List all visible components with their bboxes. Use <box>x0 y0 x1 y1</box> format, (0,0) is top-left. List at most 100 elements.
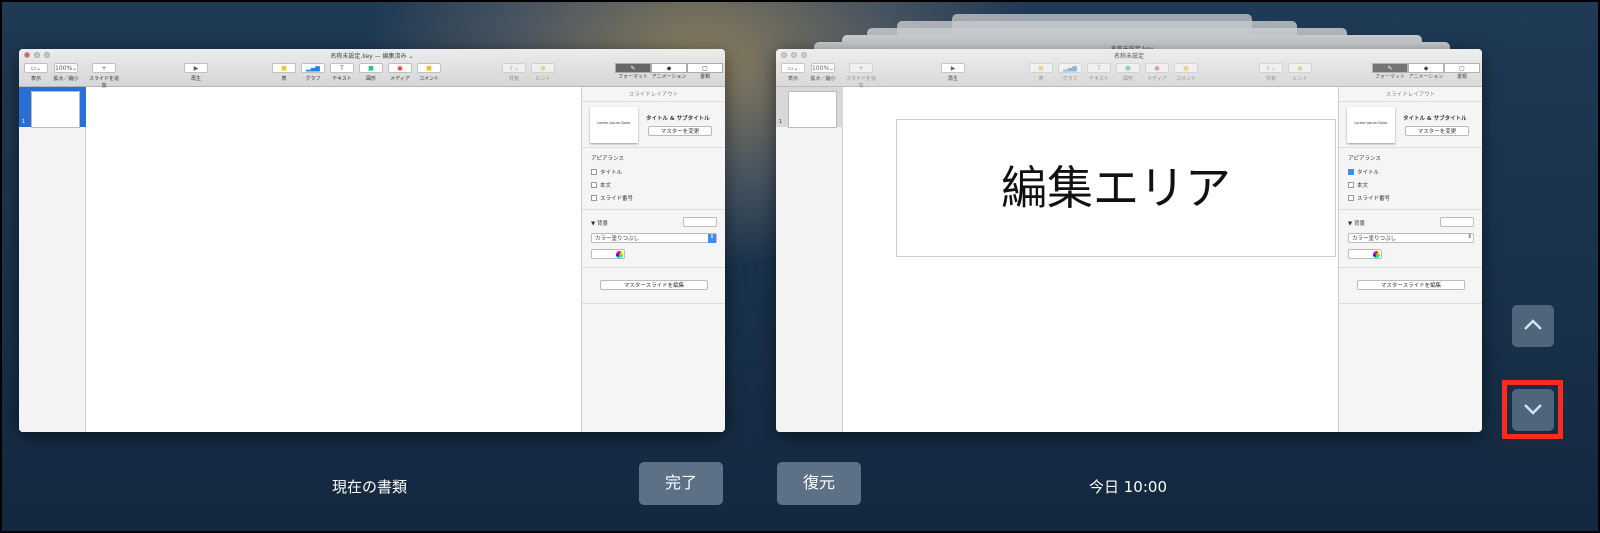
zoom-value: 100%⌄ <box>811 63 835 73</box>
media-icon: ● <box>1145 63 1169 73</box>
color-wheel-icon <box>616 251 623 258</box>
change-master-button: マスターを変更 <box>1405 126 1469 136</box>
comment-button[interactable]: ■ コメント <box>414 63 444 82</box>
zoom-value: 100%⌄ <box>54 63 78 73</box>
label: ヒント <box>1292 76 1308 82</box>
label: 図形 <box>365 76 376 82</box>
share-icon: ⇧⌄ <box>1259 63 1283 73</box>
fill-type-select: カラー塗りつぶし ⇕ <box>1348 233 1474 243</box>
restore-button[interactable]: 復元 <box>777 462 861 505</box>
text-button[interactable]: T テキスト <box>327 63 357 82</box>
label: フォーマット <box>1374 74 1405 80</box>
body-checkbox: 本文 <box>1348 181 1482 189</box>
text-button: T テキスト <box>1084 63 1114 82</box>
title-checkbox: タイトル <box>1348 168 1482 176</box>
edit-master-slide-button: マスタースライドを編集 <box>1357 280 1465 290</box>
label: 表 <box>281 76 287 82</box>
slide-navigator: 1 <box>19 87 86 432</box>
current-document-window[interactable]: 名称未設定.key — 編集済み ⌄ ▭⌄ 表示 100%⌄ 拡大／縮小 + スライド… <box>19 49 725 432</box>
layout-preview: Lorem Ipsum Dolor <box>1347 107 1395 143</box>
slide-number-checkbox[interactable]: スライド番号 <box>591 194 725 202</box>
label: テキスト <box>1089 76 1109 82</box>
zoom-button: 100%⌄ 拡大／縮小 <box>808 63 838 82</box>
share-button[interactable]: ⇧⌄ 共有 <box>499 63 529 82</box>
chart-icon: ▂▄▆ <box>301 63 325 73</box>
tips-button[interactable]: ● ヒント <box>528 63 558 82</box>
background-heading: ▼ 背景 <box>591 221 608 227</box>
chart-button[interactable]: ▂▄▆ グラフ <box>298 63 328 82</box>
format-tab[interactable]: ✎ フォーマット <box>615 63 651 80</box>
label: テキスト <box>332 76 352 82</box>
current-document-label: 現在の書類 <box>332 478 408 496</box>
background-color-well <box>1440 217 1474 227</box>
label: コメント <box>1175 76 1196 82</box>
label: 共有 <box>1265 76 1276 82</box>
tips-icon: ● <box>531 63 555 73</box>
label: カラー塗りつぶし <box>1352 236 1397 242</box>
document-tab[interactable]: ▢ 書類 <box>687 63 723 80</box>
add-slide-button[interactable]: + スライドを追加 <box>89 63 119 89</box>
toolbar: 名称未設定 ▭⌄ 表示 100%⌄ 拡大／縮小 + スライドを追加 ▶ 再生 ■ 表 ▂▄… <box>776 49 1482 89</box>
table-button[interactable]: ■ 表 <box>269 63 299 82</box>
background-heading: ▼ 背景 <box>1348 221 1365 227</box>
inspector: スライドレイアウト Lorem Ipsum Dolor タイトル & サブタイト… <box>1338 87 1482 432</box>
layout-preview[interactable]: Lorem Ipsum Dolor <box>590 107 638 143</box>
label: スライド番号 <box>600 196 634 202</box>
label: 表示 <box>30 76 41 82</box>
slide-thumbnail <box>788 91 837 128</box>
tips-button: ● ヒント <box>1285 63 1315 82</box>
label: メディア <box>390 76 410 82</box>
label: カラー塗りつぶし <box>595 236 640 242</box>
newer-version-button[interactable] <box>1512 305 1554 347</box>
chevron-down-icon <box>1524 404 1542 415</box>
table-icon: ■ <box>1029 63 1053 73</box>
shape-button[interactable]: ■ 図形 <box>356 63 386 82</box>
play-button[interactable]: ▶ 再生 <box>181 63 211 82</box>
sidebar-icon: ▭⌄ <box>781 63 805 73</box>
previous-version-window[interactable]: 名称未設定 ▭⌄ 表示 100%⌄ 拡大／縮小 + スライドを追加 ▶ 再生 ■ 表 ▂▄… <box>776 49 1482 432</box>
background-color-well[interactable] <box>683 217 717 227</box>
label: 再生 <box>190 76 201 82</box>
brush-icon: ✎ <box>615 63 651 73</box>
brush-icon: ✎ <box>1372 63 1408 73</box>
older-version-button[interactable] <box>1512 389 1554 431</box>
toolbar: 名称未設定.key — 編集済み ⌄ ▭⌄ 表示 100%⌄ 拡大／縮小 + スライド… <box>19 49 725 89</box>
plus-icon: + <box>849 63 873 73</box>
slide-thumbnail[interactable] <box>31 91 80 128</box>
comment-icon: ■ <box>1174 63 1198 73</box>
edit-master-slide-button[interactable]: マスタースライドを編集 <box>600 280 708 290</box>
media-button: ● メディア <box>1142 63 1172 82</box>
body-checkbox[interactable]: 本文 <box>591 181 725 189</box>
table-icon: ■ <box>272 63 296 73</box>
shape-button: ■ 図形 <box>1113 63 1143 82</box>
media-button[interactable]: ● メディア <box>385 63 415 82</box>
document-icon: ▢ <box>687 63 723 73</box>
change-master-button[interactable]: マスターを変更 <box>648 126 712 136</box>
slide-navigator: 1 <box>776 87 843 432</box>
shape-icon: ■ <box>1116 63 1140 73</box>
fill-type-select[interactable]: カラー塗りつぶし ⇕ <box>591 233 717 243</box>
label: 拡大／縮小 <box>810 76 836 82</box>
zoom-button[interactable]: 100%⌄ 拡大／縮小 <box>51 63 81 82</box>
label: 本文 <box>600 183 612 189</box>
done-button[interactable]: 完了 <box>639 462 723 505</box>
label: 図形 <box>1122 76 1133 82</box>
slide-canvas: 編集エリア <box>896 119 1336 257</box>
layout-name: タイトル & サブタイトル <box>1403 116 1467 122</box>
label: グラフ <box>305 76 321 82</box>
label: スライド番号 <box>1357 196 1391 202</box>
inspector-header: スライドレイアウト <box>1339 87 1482 102</box>
chevron-up-icon <box>1524 319 1542 330</box>
shape-icon: ■ <box>359 63 383 73</box>
view-button[interactable]: ▭⌄ 表示 <box>21 63 51 82</box>
animate-tab[interactable]: ◆ アニメーション <box>651 63 687 80</box>
inspector-header: スライドレイアウト <box>582 87 725 102</box>
chart-button: ▂▄▆ グラフ <box>1055 63 1085 82</box>
fill-color-well[interactable] <box>591 249 625 259</box>
title-checkbox[interactable]: タイトル <box>591 168 725 176</box>
share-icon: ⇧⌄ <box>502 63 526 73</box>
label: 拡大／縮小 <box>53 76 79 82</box>
slide-number: 1 <box>779 119 783 125</box>
label: アニメーション <box>1408 74 1444 80</box>
animate-icon: ◆ <box>651 63 687 73</box>
